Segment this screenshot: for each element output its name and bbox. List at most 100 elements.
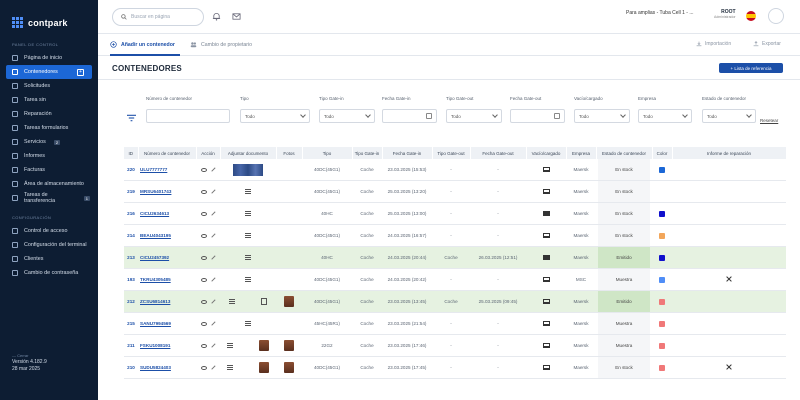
menu-icon[interactable]	[229, 299, 235, 304]
view-icon[interactable]	[200, 167, 207, 172]
photo-thumbnail[interactable]	[284, 362, 294, 373]
edit-icon[interactable]	[210, 365, 216, 370]
sidebar-item-5[interactable]: Tareas formularios	[0, 121, 98, 135]
sidebar-item-2[interactable]: Solicitudes	[0, 79, 98, 93]
row-id[interactable]: 212	[124, 290, 138, 313]
container-number-link[interactable]: BEAU4043195	[138, 224, 196, 247]
add-icon[interactable]: +	[77, 68, 84, 76]
table-row[interactable]: 220 ULU7777777 40DC(45G1) Coche 23.03.2025 (…	[124, 159, 786, 181]
edit-icon[interactable]	[210, 277, 216, 282]
wrench-icon[interactable]	[726, 276, 732, 282]
column-header[interactable]: Empresa	[566, 147, 597, 159]
search-input[interactable]	[131, 14, 201, 20]
filter-select[interactable]: Todo	[574, 109, 630, 123]
view-icon[interactable]	[200, 255, 207, 260]
document-thumbnail[interactable]	[233, 163, 263, 176]
search-box[interactable]	[112, 8, 204, 26]
text-input[interactable]	[146, 109, 230, 123]
menu-icon[interactable]	[245, 255, 251, 261]
user-context[interactable]: Para amplias - Tuba Cell 1 - ...	[626, 10, 694, 16]
date-picker[interactable]	[382, 109, 437, 123]
view-icon[interactable]	[200, 277, 207, 282]
column-header[interactable]: Adjuntar documento	[220, 147, 277, 159]
user-role[interactable]: ROOT Administrador	[714, 9, 736, 19]
row-id[interactable]: 213	[124, 246, 138, 269]
container-number-link[interactable]: ULU7777777	[138, 159, 196, 181]
sidebar-config-item-3[interactable]: Cambio de contraseña	[0, 266, 98, 280]
table-row[interactable]: 213 CICU2457392 40HC Coche 24.03.2025 (20:44…	[124, 246, 786, 269]
view-icon[interactable]	[200, 189, 207, 194]
menu-icon[interactable]	[245, 211, 251, 217]
sidebar-item-1[interactable]: Contenedores +	[6, 65, 92, 79]
column-header[interactable]: Tipo Gate-out	[432, 147, 471, 159]
row-id[interactable]: 214	[124, 224, 138, 247]
sidebar-item-8[interactable]: Facturas	[0, 163, 98, 177]
view-icon[interactable]	[200, 321, 207, 326]
container-number-link[interactable]: TKRU4305485	[138, 268, 196, 291]
column-header[interactable]: Fecha Gate-out	[470, 147, 527, 159]
edit-icon[interactable]	[210, 343, 216, 348]
bell-icon[interactable]	[212, 12, 221, 21]
reference-list-button[interactable]: + Lista de referencia	[719, 63, 783, 73]
table-row[interactable]: 212 ZCSU6814613 40DC(45G1) Coche 23.03.2025 …	[124, 290, 786, 313]
sidebar-item-3[interactable]: Tarea sin	[0, 93, 98, 107]
column-header[interactable]: Número de contenedor	[138, 147, 197, 159]
sidebar-item-9[interactable]: Área de almacenamiento	[0, 177, 98, 191]
column-header[interactable]: Fotos	[276, 147, 303, 159]
tab-change-owner[interactable]: Cambio de propietario	[190, 41, 252, 48]
filter-select[interactable]: Todo	[446, 109, 502, 123]
menu-icon[interactable]	[245, 321, 251, 327]
sidebar-item-10[interactable]: Tareas de transferencia 1	[0, 191, 98, 205]
edit-icon[interactable]	[210, 321, 216, 326]
language-flag-icon[interactable]	[746, 11, 756, 21]
container-number-link[interactable]: MRSU6401743	[138, 180, 196, 203]
mail-icon[interactable]	[232, 12, 241, 21]
view-icon[interactable]	[200, 365, 207, 370]
sidebar-config-item-2[interactable]: Clientes	[0, 252, 98, 266]
table-row[interactable]: 216 CICU2634613 40HC Coche 25.03.2025 (13:00…	[124, 202, 786, 225]
filter-select[interactable]: Todo	[702, 109, 756, 123]
app-logo[interactable]: contpark	[0, 0, 98, 34]
edit-icon[interactable]	[210, 189, 216, 194]
menu-icon[interactable]	[245, 277, 251, 283]
column-header[interactable]: Vacío/cargado	[526, 147, 567, 159]
view-icon[interactable]	[200, 343, 207, 348]
container-number-link[interactable]: SANU7994569	[138, 312, 196, 335]
row-id[interactable]: 219	[124, 180, 138, 203]
table-row[interactable]: 219 MRSU6401743 40DC(45G1) Coche 25.03.2025 …	[124, 180, 786, 203]
row-id[interactable]: 216	[124, 202, 138, 225]
menu-icon[interactable]	[245, 189, 251, 195]
column-header[interactable]: Estado de contenedor	[596, 147, 653, 159]
export-link[interactable]: Exportar	[753, 41, 781, 47]
sidebar-item-6[interactable]: Servicios 2	[0, 135, 98, 149]
settings-icon[interactable]	[768, 8, 784, 24]
filter-select[interactable]: Todo	[240, 109, 310, 123]
container-number-link[interactable]: CICU2457392	[138, 246, 196, 269]
table-row[interactable]: 193 TKRU4305485 40DC(45G1) Coche 24.03.2025 …	[124, 268, 786, 291]
photo-thumbnail[interactable]	[284, 296, 294, 307]
wrench-icon[interactable]	[726, 364, 732, 370]
edit-icon[interactable]	[210, 167, 216, 172]
photo-thumbnail[interactable]	[284, 340, 294, 351]
reset-filters-link[interactable]: Resetear	[760, 118, 778, 123]
edit-icon[interactable]	[210, 233, 216, 238]
container-number-link[interactable]: CICU2634613	[138, 202, 196, 225]
sidebar-config-item-0[interactable]: Control de acceso	[0, 224, 98, 238]
column-header[interactable]: Fecha Gate-in	[382, 147, 433, 159]
sidebar-item-4[interactable]: Reparación	[0, 107, 98, 121]
container-number-link[interactable]: ZCSU6814613	[138, 290, 196, 313]
column-header[interactable]: Acción	[196, 147, 221, 159]
row-id[interactable]: 215	[124, 312, 138, 335]
column-header[interactable]: Color	[652, 147, 673, 159]
sidebar-item-0[interactable]: Página de inicio	[0, 51, 98, 65]
column-header[interactable]: Tipo	[302, 147, 353, 159]
row-id[interactable]: 210	[124, 356, 138, 379]
menu-icon[interactable]	[245, 233, 251, 239]
sidebar-item-7[interactable]: Informes	[0, 149, 98, 163]
edit-icon[interactable]	[210, 299, 216, 304]
row-id[interactable]: 211	[124, 334, 138, 357]
sidebar-collapse[interactable]: — Cerrar	[12, 352, 47, 359]
table-row[interactable]: 215 SANU7994569 45HC(45R1) Coche 23.03.2025 …	[124, 312, 786, 335]
row-id[interactable]: 193	[124, 268, 138, 291]
row-id[interactable]: 220	[124, 159, 138, 181]
